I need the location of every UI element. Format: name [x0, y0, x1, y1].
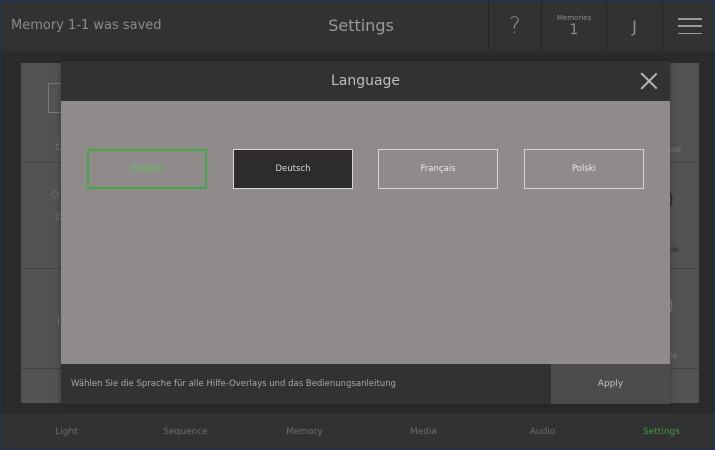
top-bar: Memory 1-1 was saved Settings ? Memories… — [1, 1, 714, 51]
memories-button[interactable]: Memories 1 — [541, 1, 606, 51]
page-title: Settings — [328, 16, 394, 35]
nav-memory[interactable]: Memory — [245, 414, 364, 449]
settings-row-label-fragment: ole — [669, 145, 682, 154]
user-initial: J — [632, 16, 637, 36]
memories-count: 1 — [569, 22, 579, 38]
dialog-header: Language — [61, 61, 670, 101]
hamburger-menu-icon — [677, 18, 702, 34]
nav-settings[interactable]: Settings — [602, 414, 714, 449]
nav-audio[interactable]: Audio — [483, 414, 602, 449]
memories-label: Memories — [556, 14, 592, 22]
nav-media[interactable]: Media — [364, 414, 483, 449]
help-button[interactable]: ? — [488, 1, 541, 51]
language-dialog: Language English Deutsch Français Polski… — [61, 61, 670, 404]
menu-button[interactable] — [662, 1, 714, 51]
settings-row-label-fragment: ( — [57, 317, 61, 327]
diamond-icon: ◇ — [51, 187, 60, 200]
nav-light[interactable]: Light — [7, 414, 126, 449]
language-option-francais[interactable]: Français — [378, 149, 498, 189]
dialog-title: Language — [330, 73, 401, 89]
dialog-hint-text: Wählen Sie die Sprache für alle Hilfe-Ov… — [71, 379, 396, 389]
bottom-nav: Light Sequence Memory Media Audio Settin… — [1, 414, 714, 449]
status-message: Memory 1-1 was saved — [11, 18, 162, 33]
close-icon[interactable] — [638, 70, 660, 92]
language-option-polski[interactable]: Polski — [524, 149, 644, 189]
dialog-footer: Wählen Sie die Sprache für alle Hilfe-Ov… — [61, 364, 670, 404]
apply-button[interactable]: Apply — [551, 364, 670, 404]
help-icon: ? — [509, 13, 521, 39]
nav-sequence[interactable]: Sequence — [126, 414, 245, 449]
language-option-english[interactable]: English — [87, 149, 207, 189]
app-window: Memory 1-1 was saved Settings ? Memories… — [0, 0, 715, 450]
language-option-deutsch[interactable]: Deutsch — [233, 149, 353, 189]
user-button[interactable]: J — [606, 1, 662, 51]
